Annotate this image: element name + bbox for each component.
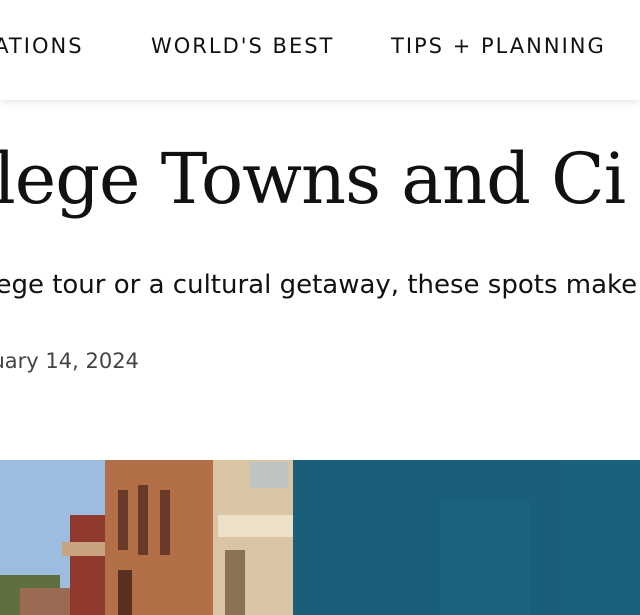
nav-item-destinations[interactable]: IATIONS: [0, 34, 84, 58]
hero-image: [0, 460, 640, 615]
publish-date: oruary 14, 2024: [0, 349, 139, 373]
window: [118, 490, 128, 550]
window: [138, 485, 148, 555]
article-dek: llege tour or a cultural getaway, these …: [0, 270, 638, 300]
nav-item-worlds-best[interactable]: WORLD'S BEST: [151, 34, 334, 58]
window: [160, 490, 170, 555]
building-red: [70, 515, 110, 615]
cornice: [62, 542, 108, 556]
nav-item-tips-planning[interactable]: TIPS + PLANNING: [391, 34, 606, 58]
ac-unit: [250, 462, 288, 488]
balcony: [218, 515, 293, 537]
building-far: [20, 588, 75, 615]
top-navigation-bar: IATIONS WORLD'S BEST TIPS + PLANNING: [0, 0, 640, 100]
panel-shadow: [560, 460, 640, 615]
door: [225, 550, 245, 615]
window: [118, 570, 132, 615]
hero-photo-illustration: [0, 460, 640, 615]
article-headline: llege Towns and Ci: [0, 138, 626, 220]
panel-shadow: [440, 500, 530, 615]
